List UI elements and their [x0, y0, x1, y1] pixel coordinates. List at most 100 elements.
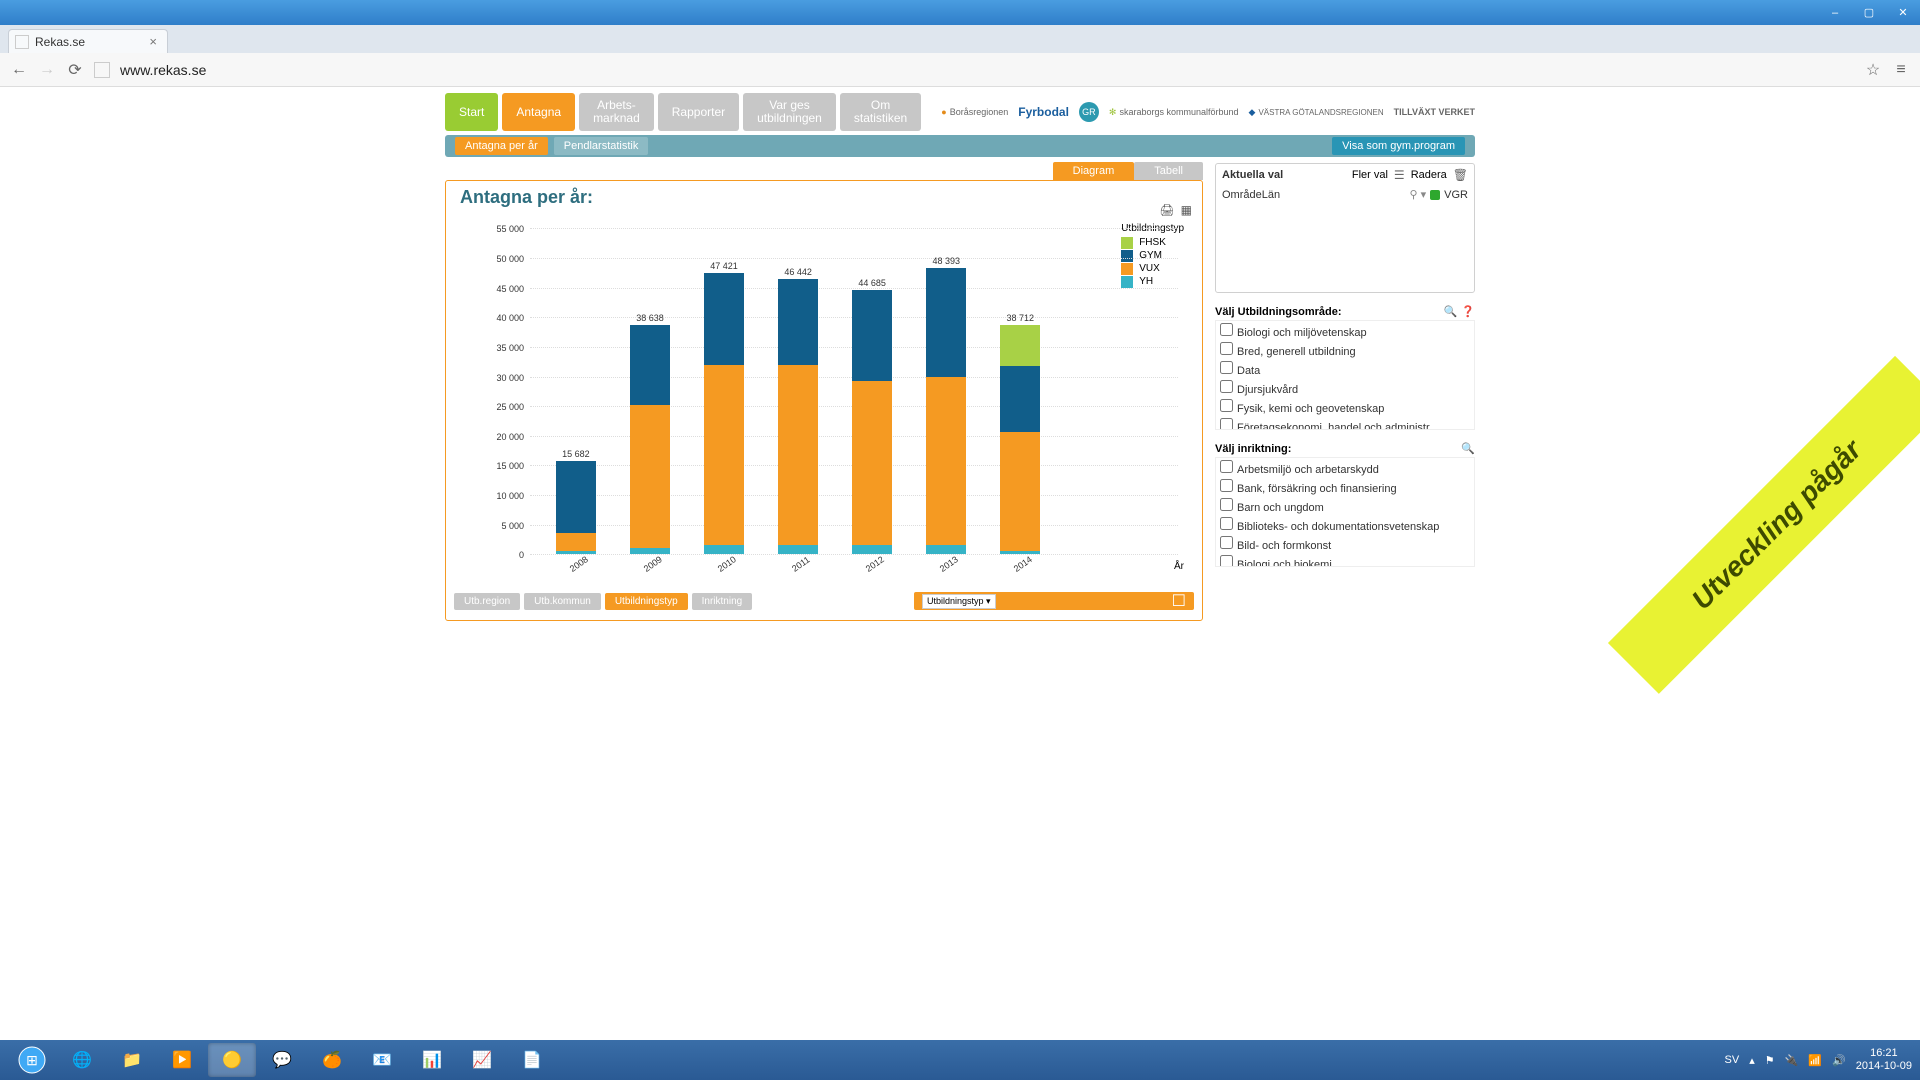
check-item[interactable]: Data	[1220, 361, 1470, 380]
taskbar-word[interactable]: 📄	[508, 1043, 556, 1077]
nav-arbets-marknad[interactable]: Arbets-marknad	[579, 93, 654, 131]
check-item[interactable]: Biologi och biokemi	[1220, 555, 1470, 567]
logo-gr: GR	[1079, 102, 1099, 122]
browser-tabstrip: Rekas.se ×	[0, 25, 1920, 53]
search-icon[interactable]: 🔍	[1444, 305, 1458, 318]
bar-2013: 48 3932013	[926, 228, 966, 554]
check-item[interactable]: Biblioteks- och dokumentationsvetenskap	[1220, 517, 1470, 536]
selection-label: OmrådeLän	[1222, 189, 1280, 201]
main-nav: StartAntagnaArbets-marknadRapporterVar g…	[445, 93, 1475, 131]
aktuella-val-title: Aktuella val	[1222, 169, 1283, 181]
bar-2010: 47 4212010	[704, 228, 744, 554]
tray-power-icon[interactable]: 🔌	[1785, 1054, 1799, 1067]
tray-network-icon[interactable]: 📶	[1808, 1054, 1822, 1067]
sub-nav: Antagna per år Pendlarstatistik Visa som…	[445, 135, 1475, 157]
bookmark-icon[interactable]: ☆	[1864, 60, 1882, 80]
inriktning-list[interactable]: Arbetsmiljö och arbetarskyddBank, försäk…	[1215, 457, 1475, 567]
utbildningsomrade-list[interactable]: Biologi och miljövetenskapBred, generell…	[1215, 320, 1475, 430]
taskbar-excel[interactable]: 📈	[458, 1043, 506, 1077]
nav-om-statistiken[interactable]: Omstatistiken	[840, 93, 921, 131]
check-item[interactable]: Barn och ungdom	[1220, 498, 1470, 517]
start-button[interactable]: ⊞	[8, 1043, 56, 1077]
check-item[interactable]: Djursjukvård	[1220, 380, 1470, 399]
fler-val-button[interactable]: Fler val	[1352, 169, 1388, 181]
tab-tabell[interactable]: Tabell	[1134, 162, 1203, 180]
maximize-button[interactable]: ▢	[1852, 6, 1886, 19]
forward-button[interactable]: →	[38, 61, 56, 79]
chart-panel: Antagna per år: 🖨 ▦ Utbildningstyp FHSKG…	[445, 180, 1203, 621]
trash-icon[interactable]: 🗑	[1453, 168, 1468, 182]
url-field[interactable]: www.rekas.se	[120, 62, 1854, 78]
check-item[interactable]: Företagsekonomi, handel och administr...	[1220, 418, 1470, 430]
nav-start[interactable]: Start	[445, 93, 498, 131]
taskbar-outlook[interactable]: 📧	[358, 1043, 406, 1077]
btab-utb-kommun[interactable]: Utb.kommun	[524, 593, 601, 610]
bottom-filter-strip: Utbildningstyp ▾ ☐	[914, 592, 1194, 610]
nav-var-ges-utbildningen[interactable]: Var gesutbildningen	[743, 93, 836, 131]
taskbar-lync[interactable]: 💬	[258, 1043, 306, 1077]
selection-value: VGR	[1444, 189, 1468, 201]
chart-plot: År 05 00010 00015 00020 00025 00030 0003…	[530, 228, 1178, 554]
bar-2009: 38 6382009	[630, 228, 670, 554]
taskbar-ie[interactable]: 🌐	[58, 1043, 106, 1077]
logo-boras: ● Boråsregionen	[941, 107, 1008, 117]
green-dot-icon	[1430, 190, 1440, 200]
bar-2012: 44 6852012	[852, 228, 892, 554]
subtab-pendlarstatistik[interactable]: Pendlarstatistik	[554, 137, 649, 155]
taskbar-clock[interactable]: 16:21 2014-10-09	[1856, 1047, 1912, 1073]
tray-chevron-icon[interactable]: ▴	[1749, 1054, 1755, 1067]
browser-toolbar: ← → ⟳ www.rekas.se ☆ ≡	[0, 53, 1920, 87]
check-item[interactable]: Bred, generell utbildning	[1220, 342, 1470, 361]
page-icon	[94, 62, 110, 78]
radera-button[interactable]: Radera	[1411, 169, 1447, 181]
tab-close-icon[interactable]: ×	[149, 34, 157, 49]
filter-head-inriktning: Välj inriktning: 🔍	[1215, 442, 1475, 455]
minimize-button[interactable]: –	[1818, 7, 1852, 19]
check-item[interactable]: Bank, försäkring och finansiering	[1220, 479, 1470, 498]
nav-antagna[interactable]: Antagna	[502, 93, 575, 131]
tab-diagram[interactable]: Diagram	[1053, 162, 1135, 180]
x-axis-title: År	[1174, 561, 1184, 572]
search-icon[interactable]: 🔍	[1461, 442, 1475, 455]
taskbar-media[interactable]: ▶️	[158, 1043, 206, 1077]
bar-2014: 38 7122014	[1000, 228, 1040, 554]
logo-tillvaxt: TILLVÄXT VERKET	[1394, 107, 1475, 117]
check-item[interactable]: Bild- och formkonst	[1220, 536, 1470, 555]
language-indicator[interactable]: SV	[1725, 1054, 1740, 1066]
check-item[interactable]: Biologi och miljövetenskap	[1220, 323, 1470, 342]
tray-flag-icon[interactable]: ⚑	[1765, 1054, 1775, 1067]
btab-inriktning[interactable]: Inriktning	[692, 593, 753, 610]
chart-view-tabs: Diagram Tabell	[445, 162, 1203, 180]
taskbar-explorer[interactable]: 📁	[108, 1043, 156, 1077]
tab-title: Rekas.se	[35, 35, 85, 49]
page-content: StartAntagnaArbets-marknadRapporterVar g…	[0, 87, 1920, 621]
taskbar-powerpoint[interactable]: 📊	[408, 1043, 456, 1077]
development-banner: Utveckling pågår	[1608, 357, 1920, 695]
nav-rapporter[interactable]: Rapporter	[658, 93, 739, 131]
logo-fyrbodal: Fyrbodal	[1018, 105, 1069, 119]
check-item[interactable]: Fysik, kemi och geovetenskap	[1220, 399, 1470, 418]
btab-utb-region[interactable]: Utb.region	[454, 593, 520, 610]
check-item[interactable]: Arbetsmiljö och arbetarskydd	[1220, 460, 1470, 479]
menu-icon[interactable]: ≡	[1892, 61, 1910, 79]
subtab-antagna-per-ar[interactable]: Antagna per år	[455, 137, 548, 155]
browser-tab[interactable]: Rekas.se ×	[8, 29, 168, 53]
selection-item[interactable]: OmrådeLän ⚲ ▾ VGR	[1222, 186, 1468, 203]
page-favicon	[15, 35, 29, 49]
current-selection-box: Aktuella val Fler val ☰ Radera 🗑 OmrådeL…	[1215, 163, 1475, 293]
logo-vgr: ◆ VÄSTRA GÖTALANDSREGIONEN	[1249, 107, 1384, 118]
back-button[interactable]: ←	[10, 61, 28, 79]
chart-bottom-tabs: Utb.regionUtb.kommunUtbildningstypInrikt…	[446, 588, 1202, 614]
show-gym-program-button[interactable]: Visa som gym.program	[1332, 137, 1465, 155]
close-button[interactable]: ✕	[1886, 6, 1920, 19]
windows-taskbar: ⊞ 🌐 📁 ▶️ 🟡 💬 🍊 📧 📊 📈 📄 SV ▴ ⚑ 🔌 📶 🔊 16:2…	[0, 1040, 1920, 1080]
btab-utbildningstyp[interactable]: Utbildningstyp	[605, 593, 688, 610]
reload-button[interactable]: ⟳	[66, 60, 84, 80]
window-titlebar: – ▢ ✕	[0, 0, 1920, 25]
taskbar-chrome[interactable]: 🟡	[208, 1043, 256, 1077]
bottom-select[interactable]: Utbildningstyp ▾	[922, 594, 996, 609]
list-icon[interactable]: ☰	[1394, 168, 1405, 182]
help-icon[interactable]: ❓	[1461, 305, 1475, 318]
tray-volume-icon[interactable]: 🔊	[1832, 1054, 1846, 1067]
taskbar-app[interactable]: 🍊	[308, 1043, 356, 1077]
